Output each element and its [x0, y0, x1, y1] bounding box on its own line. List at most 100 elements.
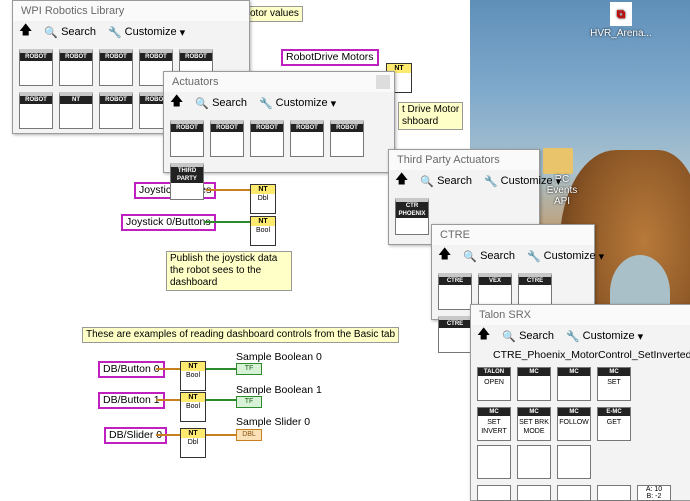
icon-header: ROBOT — [20, 53, 52, 61]
palette-icon[interactable]: THIRD PARTY — [170, 163, 204, 200]
nt-read-dbl-0[interactable]: NT Dbl — [180, 428, 206, 458]
wire — [156, 368, 182, 370]
palette-icon[interactable]: MC FOLLOW — [557, 407, 591, 441]
palette-icon[interactable]: MC SET — [597, 367, 631, 401]
icon-body — [518, 376, 550, 378]
up-arrow-icon[interactable]: 🡅 — [477, 325, 490, 347]
label-db-button0[interactable]: DB/Button 0 — [98, 361, 165, 378]
wrench-icon: 🔧 — [258, 97, 273, 110]
palette-icon[interactable] — [477, 445, 511, 479]
customize-button[interactable]: 🔧 Customize ▾ — [484, 175, 561, 188]
customize-button[interactable]: 🔧 Customize ▾ — [527, 250, 604, 263]
wire — [156, 434, 182, 436]
icon-header: ROBOT — [211, 124, 243, 132]
search-button[interactable]: 🔍 Search — [463, 250, 515, 263]
icon-grid: ROBOT ROBOT ROBOT ROBOT ROBOT THIRD PARTY — [164, 114, 394, 206]
up-arrow-icon[interactable]: 🡅 — [438, 245, 451, 267]
customize-button[interactable]: 🔧 Customize ▾ — [566, 330, 643, 343]
wire — [206, 368, 236, 370]
palette-icon[interactable]: ROBOT — [170, 120, 204, 157]
search-icon: 🔍 — [44, 26, 59, 39]
nt-read-bool-0[interactable]: NT Bool — [180, 361, 206, 391]
sample-boolean-0-label: Sample Boolean 0 — [236, 351, 322, 363]
sample-boolean-0-indicator[interactable]: TF — [236, 363, 262, 375]
palette-icon[interactable]: CTR PHOENIX — [395, 198, 429, 235]
icon-header: CTR PHOENIX — [396, 202, 428, 218]
icon-header: CTRE — [439, 320, 471, 328]
palette-title: WPI Robotics Library — [13, 1, 249, 21]
up-arrow-icon[interactable]: 🡅 — [19, 21, 32, 43]
palette-icon[interactable]: E-MC GET — [597, 407, 631, 441]
icon-body — [180, 61, 212, 63]
icon-header: NT — [60, 96, 92, 104]
up-arrow-icon[interactable]: 🡅 — [170, 92, 183, 114]
dropdown-arrow-icon: ▾ — [555, 175, 562, 188]
search-button[interactable]: 🔍 Search — [44, 26, 96, 39]
drive-motor-note: t Drive Motor shboard — [398, 102, 464, 130]
palette-icon[interactable]: ROBOT — [99, 92, 133, 129]
palette-icon[interactable]: CTRE — [438, 316, 472, 353]
close-icon[interactable] — [376, 75, 390, 89]
palette-talon-srx[interactable]: Talon SRX 🡅 🔍 Search 🔧 Customize ▾ CTRE_Pho… — [470, 304, 690, 501]
icon-body — [439, 285, 471, 287]
icon-header: ROBOT — [251, 124, 283, 132]
desktop-icon-pdf[interactable]: ⧉ HVR_Arena... — [586, 0, 656, 39]
palette-icon[interactable]: MC SET BRK MODE — [517, 407, 551, 441]
palette-icon[interactable]: ROBOT — [290, 120, 324, 157]
label-db-button1[interactable]: DB/Button 1 — [98, 392, 165, 409]
icon-header: MC — [558, 368, 590, 376]
search-button[interactable]: 🔍 Search — [420, 175, 472, 188]
icon-header: THIRD PARTY — [171, 167, 203, 183]
palette-icon[interactable]: ROBOT — [330, 120, 364, 157]
talon-lower-icons — [477, 445, 591, 479]
search-button[interactable]: 🔍 Search — [502, 330, 554, 343]
icon-body — [171, 183, 203, 185]
search-button[interactable]: 🔍 Search — [195, 97, 247, 110]
nt-write-bool[interactable]: NT Bool — [250, 216, 276, 246]
palette-icon[interactable]: CTRE — [438, 273, 472, 310]
palette-icon[interactable] — [557, 445, 591, 479]
palette-icon[interactable]: ROBOT — [99, 49, 133, 86]
palette-icon[interactable]: ROBOT — [250, 120, 284, 157]
dropdown-arrow-icon: ▾ — [179, 26, 186, 39]
icon-body: SET — [607, 379, 621, 386]
icon-header: CTRE — [519, 277, 551, 285]
palette-icon[interactable] — [597, 485, 631, 501]
icon-header: E-MC — [598, 408, 630, 416]
palette-icon[interactable] — [557, 485, 591, 501]
icon-header: ROBOT — [291, 124, 323, 132]
palette-icon[interactable]: NT — [59, 92, 93, 129]
customize-button[interactable]: 🔧 Customize ▾ — [259, 97, 336, 110]
palette-icon[interactable]: MC — [517, 367, 551, 401]
palette-icon[interactable]: MC SET INVERT — [477, 407, 511, 441]
icon-header: VEX — [479, 277, 511, 285]
sample-boolean-1-indicator[interactable]: TF — [236, 396, 262, 408]
palette-icon[interactable]: ROBOT — [19, 49, 53, 86]
wire — [204, 221, 252, 223]
palette-icon[interactable]: ROBOT — [210, 120, 244, 157]
icon-header: ROBOT — [140, 53, 172, 61]
palette-title: Talon SRX — [471, 305, 690, 325]
palette-icon[interactable]: ROBOT — [19, 92, 53, 129]
sample-slider-0-indicator[interactable]: DBL — [236, 429, 262, 441]
label-robotdrive-motors[interactable]: RobotDrive Motors — [281, 49, 379, 66]
palette-icon[interactable]: MC — [557, 367, 591, 401]
palette-actuators[interactable]: Actuators 🡅 🔍 Search 🔧 Customize ▾ ROBOT ROB… — [163, 71, 395, 200]
customize-button[interactable]: 🔧 Customize ▾ — [108, 26, 185, 39]
palette-icon[interactable] — [477, 485, 511, 501]
dropdown-arrow-icon: ▾ — [330, 97, 337, 110]
palette-icon[interactable] — [517, 445, 551, 479]
up-arrow-icon[interactable]: 🡅 — [395, 170, 408, 192]
icon-header: MC — [598, 368, 630, 376]
icon-body: OPEN — [484, 379, 504, 386]
icon-body — [331, 132, 363, 134]
nt-read-bool-1[interactable]: NT Bool — [180, 392, 206, 422]
palette-icon[interactable]: TALON OPEN — [477, 367, 511, 401]
palette-icon[interactable]: ROBOT — [59, 49, 93, 86]
ab-value-icon[interactable]: A: 10 B: -2 — [637, 485, 671, 501]
palette-icon[interactable] — [517, 485, 551, 501]
wrench-icon: 🔧 — [565, 330, 580, 343]
talon-bottom-icons: A: 10 B: -2 — [477, 485, 671, 501]
search-icon: 🔍 — [420, 175, 435, 188]
label-joystick-buttons[interactable]: Joystick 0/Buttons — [121, 214, 216, 231]
